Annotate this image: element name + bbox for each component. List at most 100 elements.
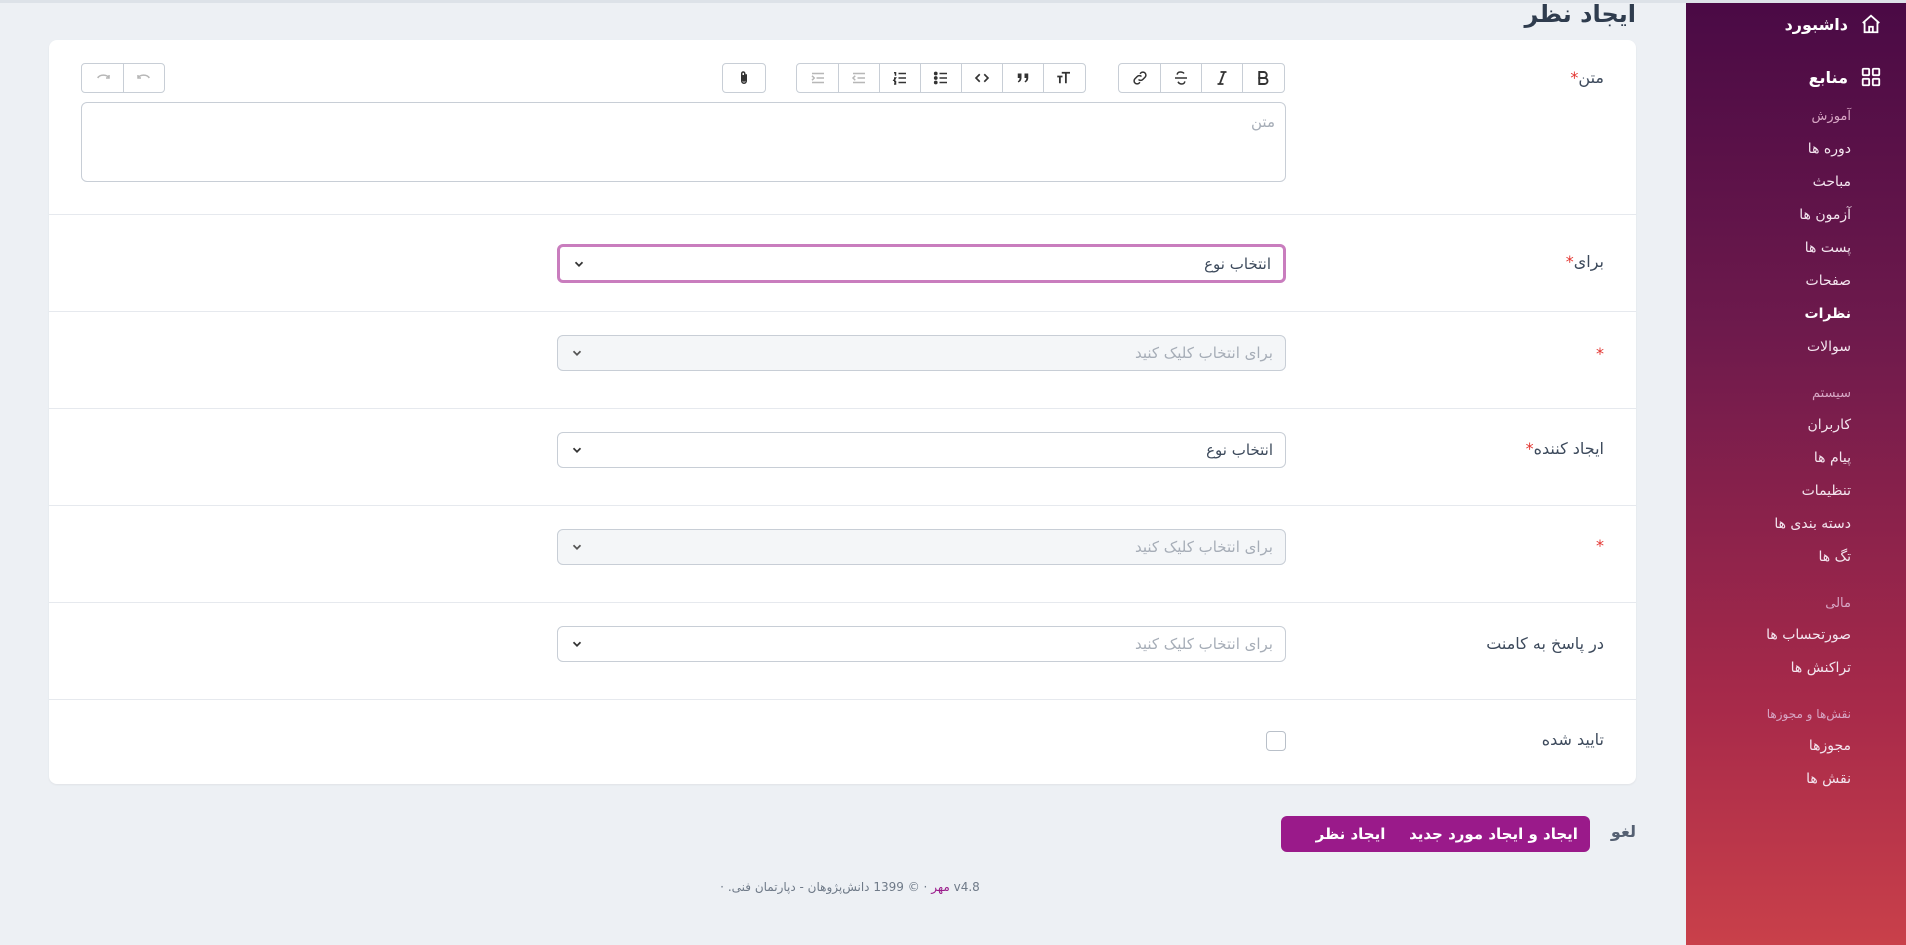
home-icon [1862,14,1880,34]
sidebar-item-exams[interactable]: آزمون ها [1799,207,1851,223]
for-target-label: * [1596,344,1604,363]
reply-to-value: برای انتخاب کلیک کنید [1134,635,1273,653]
reply-to-label: در پاسخ به کامنت [1486,634,1604,653]
quote-button[interactable] [1002,64,1043,92]
strikethrough-icon [1175,71,1187,85]
creator-target-value: برای انتخاب کلیک کنید [1134,538,1273,556]
numbered-list-button[interactable] [879,64,920,92]
bullet-list-icon [933,71,947,85]
sidebar-item-categories[interactable]: دسته بندی ها [1774,516,1851,532]
grid-icon [1861,67,1881,87]
history-toolbar [81,63,165,93]
sidebar-item-invoices[interactable]: صورتحساب ها [1766,627,1851,643]
attach-button[interactable] [723,64,764,92]
for-type-select[interactable]: انتخاب نوع [557,244,1286,283]
for-target-value: برای انتخاب کلیک کنید [1134,344,1273,362]
bold-button[interactable] [1242,64,1283,92]
chevron-down-icon [572,641,582,647]
for-target-select[interactable]: برای انتخاب کلیک کنید [557,335,1286,371]
quote-icon [1017,73,1029,83]
cancel-button[interactable]: لغو [1611,822,1636,841]
create-another-button[interactable]: ایجاد و ایجاد مورد جدید [1397,816,1590,852]
for-type-value: انتخاب نوع [1204,254,1271,273]
bullet-list-button[interactable] [920,64,961,92]
footer-version: v4.8 [953,880,980,894]
chevron-down-icon [574,261,584,267]
resources-label: منابع [1808,67,1848,87]
footer-brand[interactable]: مهر [931,880,950,894]
strikethrough-button[interactable] [1160,64,1201,92]
approved-label: تایید شده [1541,730,1604,749]
page-title: ایجاد نظر [1524,0,1636,28]
sidebar-item-pages[interactable]: صفحات [1806,273,1851,289]
attach-toolbar [722,63,766,93]
undo-button[interactable] [123,64,164,92]
dashboard-label: داشبورد [1784,14,1848,34]
reply-to-select[interactable]: برای انتخاب کلیک کنید [557,626,1286,662]
redo-button[interactable] [82,64,123,92]
creator-label: ایجاد کننده* [1525,439,1604,458]
reply-to-row: در پاسخ به کامنت برای انتخاب کلیک کنید [49,603,1636,700]
section-roles-permissions: نقش‌ها و مجوزها [1766,707,1851,721]
redo-icon [96,74,110,79]
approved-row: تایید شده [49,700,1636,784]
italic-icon [1217,71,1227,85]
text-row: متن* متن [49,40,1636,215]
outdent-button[interactable] [838,64,879,92]
chevron-down-icon [572,544,582,550]
bold-icon [1258,71,1269,85]
sidebar-item-permissions[interactable]: مجوزها [1809,738,1851,754]
italic-button[interactable] [1201,64,1242,92]
sidebar-item-dashboard[interactable]: داشبورد [1785,13,1882,35]
text-editor[interactable]: متن [81,102,1286,182]
creator-type-value: انتخاب نوع [1206,441,1273,459]
outdent-icon [851,72,865,84]
text-label: متن* [1570,68,1604,87]
sidebar-item-messages[interactable]: پیام ها [1814,450,1851,466]
format-toolbar [1118,63,1285,93]
undo-icon [137,74,150,79]
for-row: برای* انتخاب نوع [49,215,1636,312]
sidebar-item-users[interactable]: کاربران [1808,417,1851,433]
section-finance: مالی [1825,596,1851,611]
sidebar-item-topics[interactable]: مباحث [1813,174,1851,190]
sidebar-item-comments[interactable]: نظرات [1805,306,1851,322]
for-label: برای* [1565,252,1604,271]
link-icon [1132,71,1147,85]
code-icon [974,73,990,83]
sidebar-item-courses[interactable]: دوره ها [1808,141,1851,157]
sidebar-item-roles[interactable]: نقش ها [1806,771,1851,787]
sidebar-item-resources[interactable]: منابع [1809,66,1882,88]
creator-target-select[interactable]: برای انتخاب کلیک کنید [557,529,1286,565]
sidebar-item-tags[interactable]: تگ ها [1818,549,1851,565]
footer-copyright: © 1399 دانش‌پژوهان - دپارتمان فنی. [727,880,920,894]
heading-icon [1057,71,1070,84]
footer-dot: · [923,880,928,894]
sidebar-item-questions[interactable]: سوالات [1807,339,1851,355]
footer-dot: · [720,880,724,894]
approved-checkbox[interactable] [1266,731,1286,751]
sidebar-item-posts[interactable]: پست ها [1805,240,1851,256]
creator-row: ایجاد کننده* انتخاب نوع [49,409,1636,506]
paperclip-icon [740,71,747,84]
numbered-list-icon [892,72,906,85]
block-toolbar [796,63,1086,93]
heading-button[interactable] [1043,64,1084,92]
creator-type-select[interactable]: انتخاب نوع [557,432,1286,468]
for-target-row: * برای انتخاب کلیک کنید [49,312,1636,409]
footer: v4.8 مهر · © 1399 دانش‌پژوهان - دپارتمان… [700,880,1000,894]
chevron-down-icon [572,350,582,356]
section-education: آموزش [1811,109,1851,124]
sidebar-item-settings[interactable]: تنظیمات [1802,483,1851,499]
sidebar-item-transactions[interactable]: تراکنش ها [1791,660,1851,676]
chevron-down-icon [572,447,582,453]
creator-target-label: * [1596,536,1604,555]
creator-target-row: * برای انتخاب کلیک کنید [49,506,1636,603]
link-button[interactable] [1119,64,1160,92]
sidebar: داشبورد منابع آموزش دوره ها مباحث آزمون … [1686,3,1906,945]
indent-button[interactable] [797,64,838,92]
code-button[interactable] [961,64,1002,92]
indent-icon [810,72,824,84]
section-system: سیستم [1812,386,1851,401]
form-card: متن * متن برای* انتخاب نوع * برای انتخاب … [49,40,1636,784]
